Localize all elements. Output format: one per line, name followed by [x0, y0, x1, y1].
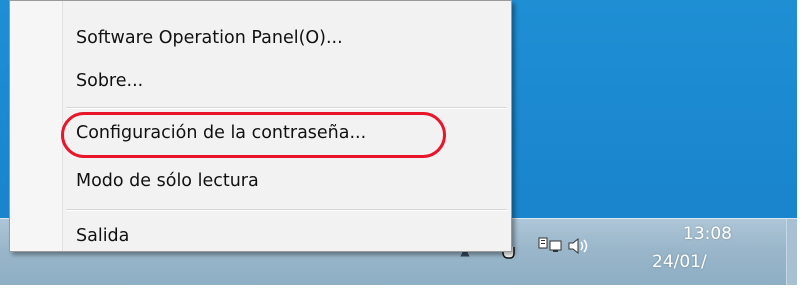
context-menu: Software Operation Panel(O)... Sobre... … — [9, 0, 512, 252]
menu-icon-gutter — [10, 1, 63, 251]
network-icon[interactable] — [538, 232, 562, 260]
highlight-ellipse — [61, 112, 446, 158]
menu-item-modo-solo-lectura[interactable]: Modo de sólo lectura — [76, 171, 259, 191]
clock-date: 24/01/ — [652, 252, 707, 272]
clock-time: 13:08 — [683, 224, 732, 244]
menu-item-salida[interactable]: Salida — [76, 226, 129, 246]
menu-item-software-operation-panel[interactable]: Software Operation Panel(O)... — [76, 28, 343, 48]
menu-separator — [66, 107, 507, 109]
menu-separator — [66, 209, 507, 211]
menu-item-sobre[interactable]: Sobre... — [76, 71, 143, 91]
taskbar-clock[interactable]: 13:08 24/01/ — [622, 224, 742, 272]
volume-icon[interactable] — [566, 232, 590, 260]
show-desktop-button[interactable] — [786, 219, 797, 285]
